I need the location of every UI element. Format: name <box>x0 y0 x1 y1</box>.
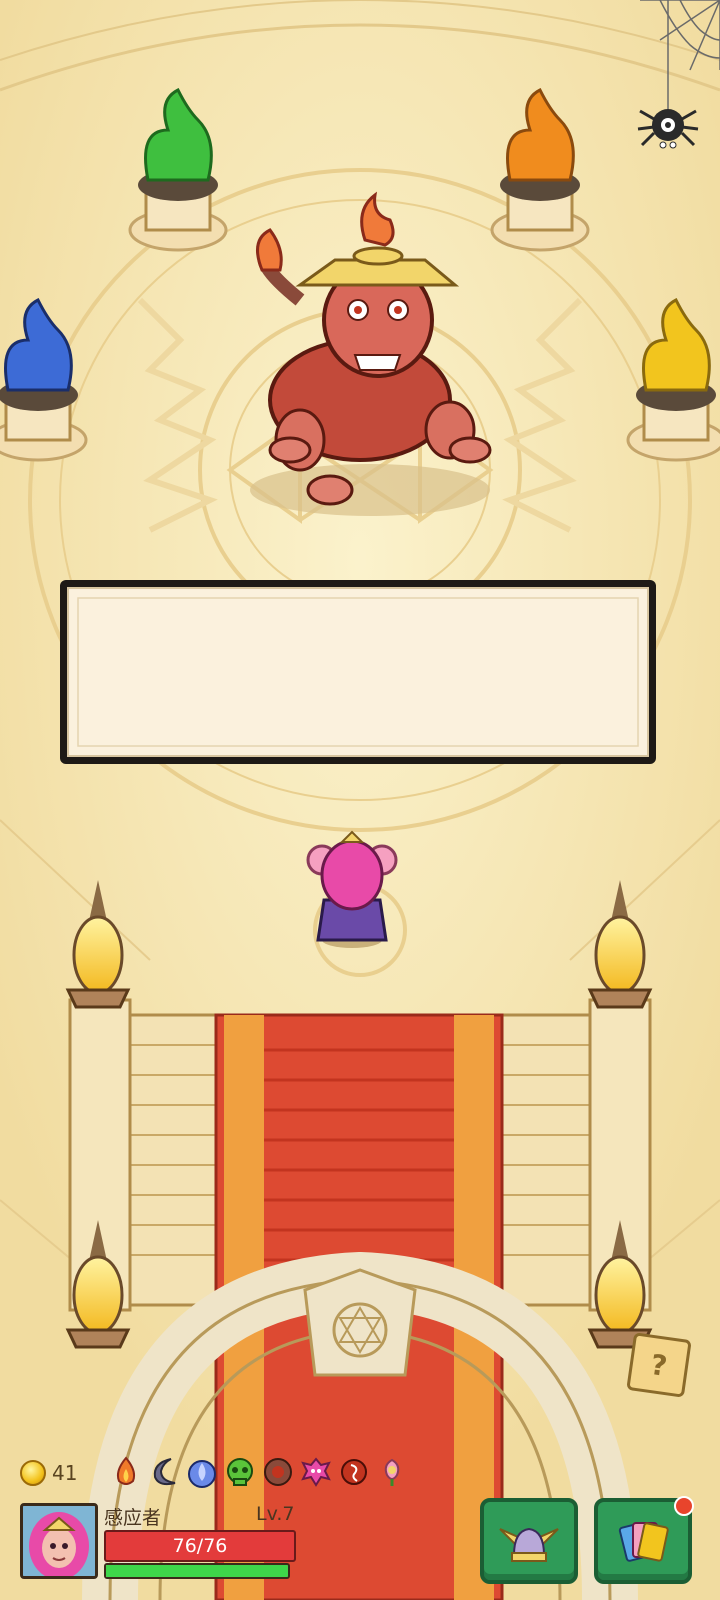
blue-flame-relic-icon[interactable] <box>184 1454 220 1490</box>
shield-relic-icon[interactable] <box>260 1454 296 1490</box>
fire-relic-icon[interactable] <box>108 1454 144 1490</box>
player-level: Lv.7 <box>256 1503 295 1525</box>
relic-bar <box>108 1454 410 1490</box>
flower-relic-icon[interactable] <box>374 1454 410 1490</box>
help-card-button[interactable]: ? <box>626 1332 692 1398</box>
card-deck-button[interactable] <box>594 1496 694 1584</box>
cards-icon <box>618 1522 669 1562</box>
coin-amount: 41 <box>52 1461 78 1485</box>
temple-background <box>0 0 720 1600</box>
xp-bar <box>104 1563 290 1579</box>
notification-dot <box>674 1496 694 1516</box>
game-screen: { "player": { "name": "感应者", "level": "L… <box>0 0 720 1600</box>
red-charm-relic-icon[interactable] <box>336 1454 372 1490</box>
skull-relic-icon[interactable] <box>222 1454 258 1490</box>
player-avatar[interactable] <box>20 1503 98 1579</box>
crescent-relic-icon[interactable] <box>146 1454 182 1490</box>
dialog-text <box>90 610 630 730</box>
coin-icon <box>20 1460 46 1486</box>
hp-text: 76/76 <box>172 1535 228 1557</box>
question-mark-icon: ? <box>648 1347 670 1383</box>
player-name: 感应者 <box>104 1507 162 1529</box>
winged-helmet-icon <box>499 1527 559 1562</box>
equipment-button[interactable] <box>480 1498 578 1584</box>
coin-counter: 41 <box>20 1460 77 1486</box>
pink-demon-relic-icon[interactable] <box>298 1454 334 1490</box>
xp-fill <box>106 1565 288 1577</box>
hp-bar: 76/76 <box>104 1530 296 1562</box>
